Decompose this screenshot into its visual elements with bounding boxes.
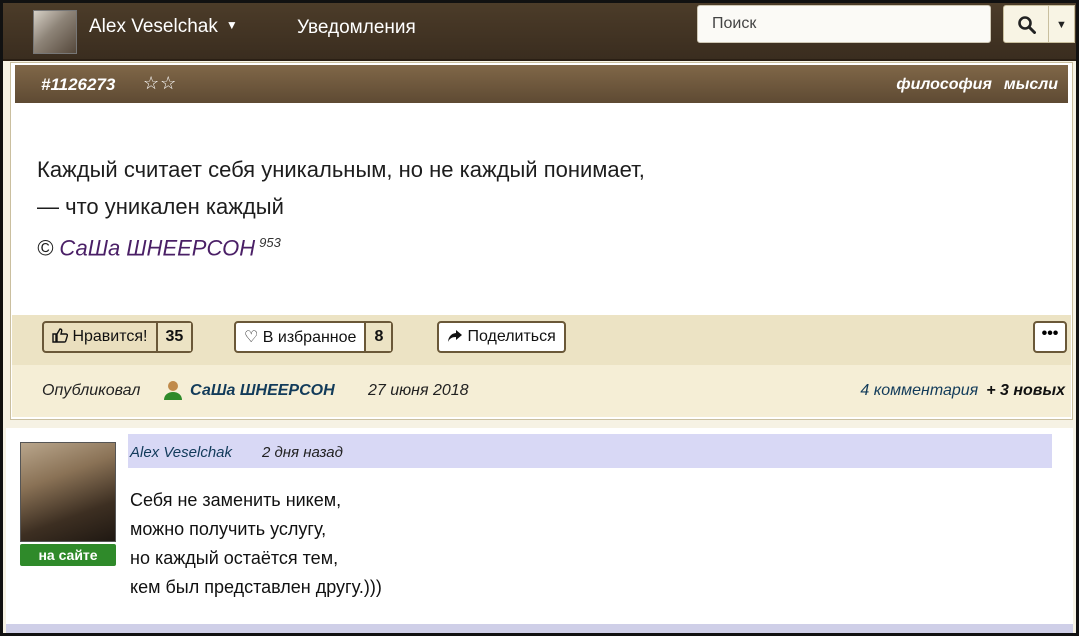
- action-bar: Нравится! 35 ♡ В избранное 8 Поделиться …: [12, 315, 1071, 365]
- top-navbar: Alex Veselchak ▼ Уведомления ▼: [3, 3, 1076, 61]
- share-arrow-icon: [448, 330, 462, 342]
- like-label: Нравится!: [72, 328, 148, 345]
- comment-line: можно получить услугу,: [130, 519, 327, 539]
- notifications-link[interactable]: Уведомления: [297, 17, 416, 39]
- like-count: 35: [155, 323, 192, 351]
- thumbs-up-icon: [52, 328, 69, 343]
- user-name: Alex Veselchak: [89, 16, 218, 37]
- tag-list: философия мысли: [884, 76, 1058, 94]
- favorite-button[interactable]: ♡ В избранное 8: [234, 321, 394, 353]
- new-comments-count: + 3 новых: [986, 382, 1065, 399]
- rating-stars[interactable]: ☆☆: [143, 73, 177, 94]
- copyright-sign: ©: [37, 235, 54, 261]
- comment-time: 2 дня назад: [262, 444, 343, 461]
- comment-text: Себя не заменить никем, можно получить у…: [130, 486, 382, 602]
- comment-line: но каждый остаётся тем,: [130, 548, 339, 568]
- share-label: Поделиться: [467, 328, 556, 345]
- publication-info: Опубликовал СаШа ШНЕЕРСОН 27 июня 2018 4…: [12, 365, 1071, 417]
- comment: на сайте Alex Veselchak 2 дня назад Себя…: [6, 428, 1073, 624]
- comment-header: Alex Veselchak 2 дня назад: [128, 434, 1052, 468]
- quote-text: Каждый считает себя уникальным, но не ка…: [37, 151, 645, 225]
- more-options-button[interactable]: •••: [1033, 321, 1067, 353]
- author-quote-count: 953: [259, 235, 281, 250]
- favorite-label: В избранное: [262, 329, 357, 346]
- search-input[interactable]: [697, 5, 991, 43]
- next-comment-edge: [6, 624, 1073, 633]
- share-label-wrap: Поделиться: [439, 328, 564, 346]
- online-status-badge: на сайте: [20, 544, 116, 566]
- tag-philosophy[interactable]: философия: [896, 76, 991, 93]
- quote-header: #1126273 ☆☆ философия мысли: [15, 65, 1068, 103]
- quote-line-1: Каждый считает себя уникальным, но не ка…: [37, 157, 645, 182]
- comments-link[interactable]: 4 комментария: [860, 382, 978, 399]
- user-icon: [164, 381, 182, 400]
- quote-card: #1126273 ☆☆ философия мысли Каждый считае…: [10, 62, 1073, 420]
- publisher-link[interactable]: СаШа ШНЕЕРСОН: [190, 382, 335, 400]
- like-button[interactable]: Нравится! 35: [42, 321, 194, 353]
- quote-line-2: — что уникален каждый: [37, 194, 284, 219]
- commenter-avatar[interactable]: [20, 442, 116, 542]
- quote-author-link[interactable]: СаШа ШНЕЕРСОН: [59, 235, 255, 260]
- quote-attribution: © СаШа ШНЕЕРСОН 953: [37, 235, 281, 261]
- caret-down-icon: ▼: [1056, 19, 1067, 31]
- quote-id[interactable]: #1126273: [41, 75, 115, 95]
- comment-line: Себя не заменить никем,: [130, 490, 342, 510]
- tag-thoughts[interactable]: мысли: [1004, 76, 1058, 93]
- like-label-wrap: Нравится!: [44, 328, 156, 346]
- heart-icon: ♡: [244, 329, 259, 346]
- share-button[interactable]: Поделиться: [437, 321, 566, 353]
- user-avatar[interactable]: [33, 10, 77, 54]
- published-label: Опубликовал: [42, 382, 141, 399]
- comments-info: 4 комментария + 3 новых: [860, 382, 1065, 400]
- search-options-dropdown[interactable]: ▼: [1049, 5, 1075, 43]
- search-button[interactable]: [1003, 5, 1049, 43]
- caret-down-icon: ▼: [225, 18, 238, 32]
- commenter-name[interactable]: Alex Veselchak: [130, 444, 232, 461]
- publish-date: 27 июня 2018: [368, 382, 469, 399]
- user-menu[interactable]: Alex Veselchak ▼: [89, 16, 238, 38]
- comment-line: кем был представлен другу.))): [130, 577, 382, 597]
- search-icon: [1018, 16, 1036, 34]
- favorite-count: 8: [364, 323, 392, 351]
- favorite-label-wrap: ♡ В избранное: [236, 327, 364, 347]
